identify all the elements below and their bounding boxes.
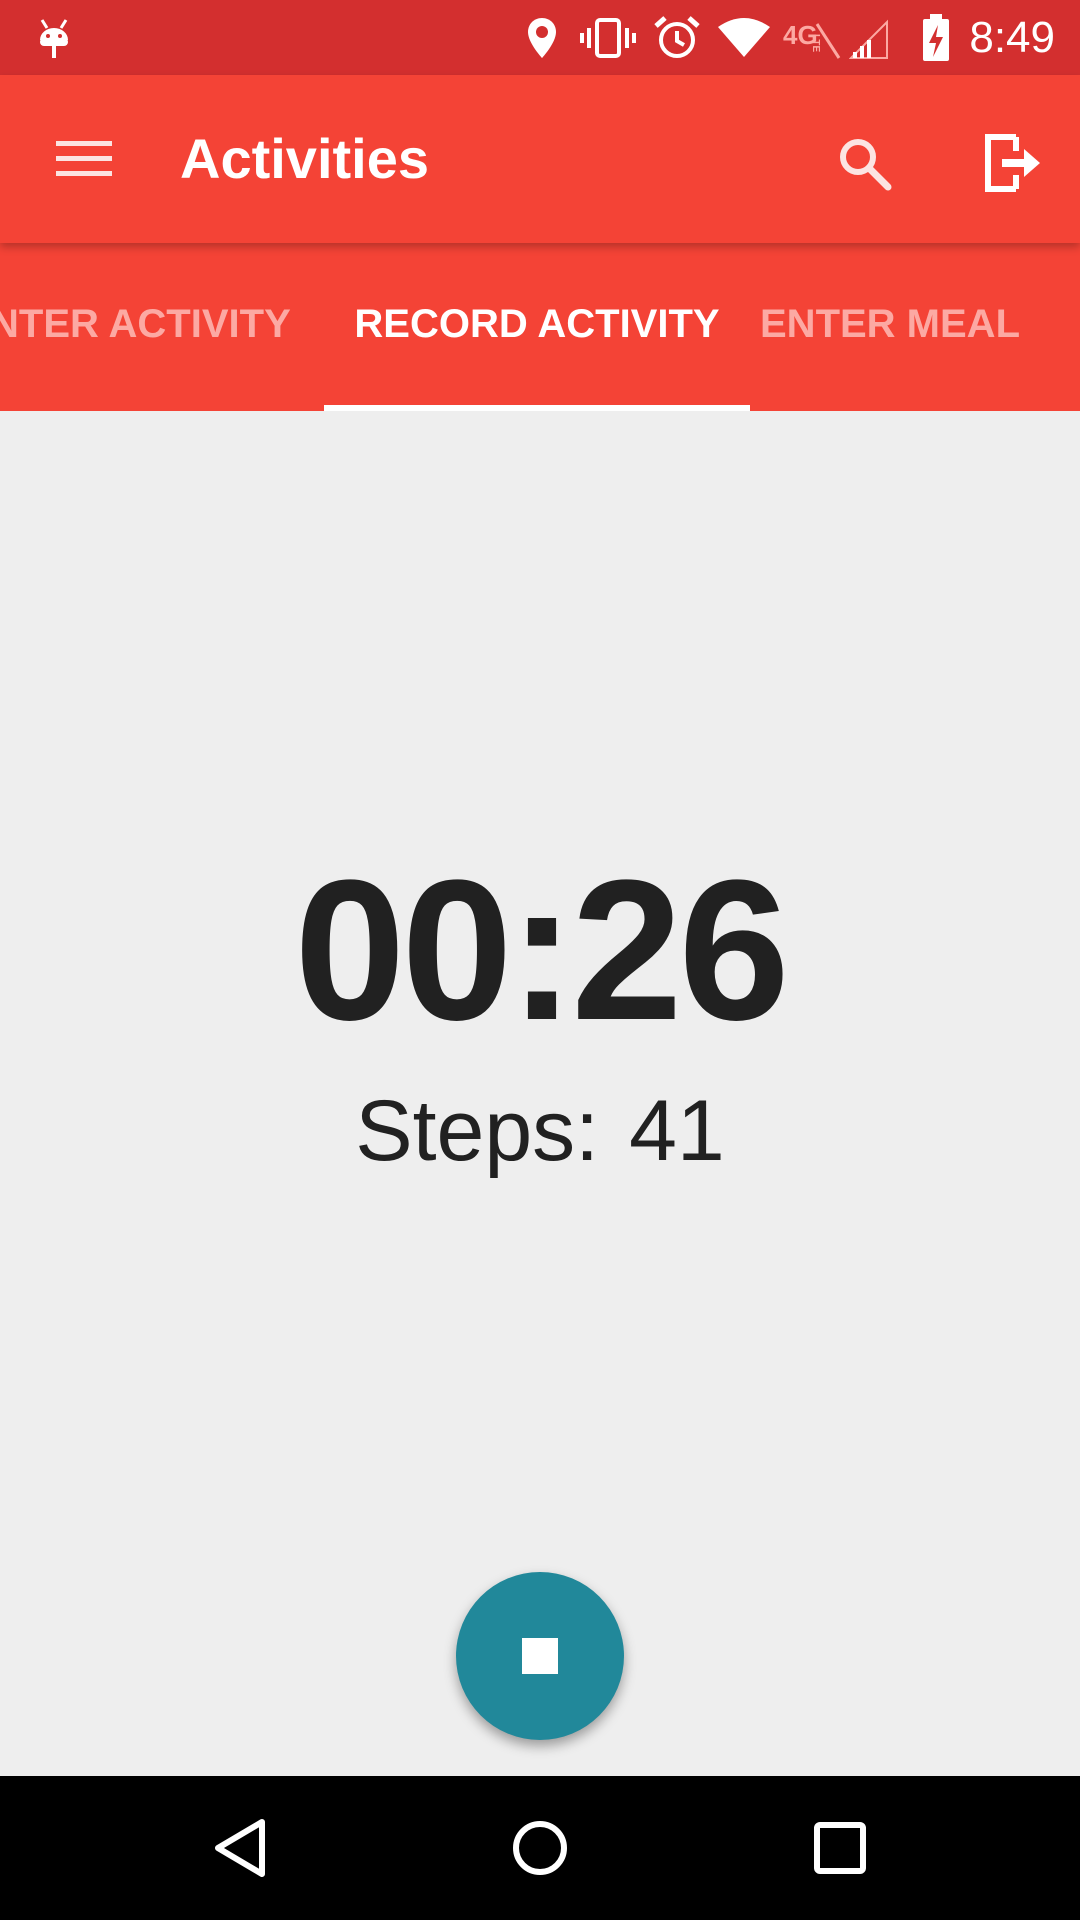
stop-recording-button[interactable]	[456, 1572, 624, 1740]
svg-text:LTE: LTE	[810, 34, 821, 52]
stop-icon	[522, 1638, 558, 1674]
tab-enter-meal[interactable]: ENTER MEAL	[760, 243, 1080, 405]
tab-indicator	[324, 405, 750, 411]
page-title: Activities	[180, 127, 429, 190]
steps-label: Steps:	[355, 1083, 600, 1179]
vibrate-icon	[578, 0, 638, 75]
back-icon[interactable]	[188, 1796, 292, 1900]
search-icon[interactable]	[820, 119, 908, 207]
app-bar: Activities	[0, 75, 1080, 243]
tab-bar: NTER ACTIVITY RECORD ACTIVITY ENTER MEAL	[0, 243, 1080, 411]
tab-record-activity[interactable]: RECORD ACTIVITY	[324, 243, 750, 405]
steps-value: 41	[629, 1083, 725, 1179]
elapsed-timer: 00:26	[294, 839, 790, 1062]
logout-icon[interactable]	[964, 115, 1060, 211]
4g-lte-icon: 4G LTE	[780, 0, 842, 75]
status-time: 8:49	[969, 13, 1055, 62]
android-debug-icon	[34, 0, 74, 75]
steps-counter: Steps: 41	[0, 1081, 1080, 1181]
alarm-icon	[652, 0, 702, 75]
status-bar: 4G LTE 8:49	[0, 0, 1080, 75]
home-icon[interactable]	[488, 1796, 592, 1900]
recents-icon[interactable]	[788, 1796, 892, 1900]
signal-icon	[848, 0, 890, 75]
wifi-icon	[716, 0, 772, 75]
tab-enter-activity[interactable]: NTER ACTIVITY	[0, 243, 300, 405]
battery-charging-icon	[918, 0, 954, 75]
hamburger-menu-icon[interactable]	[40, 115, 128, 203]
system-nav-bar	[0, 1776, 1080, 1920]
location-pin-icon	[522, 0, 562, 75]
